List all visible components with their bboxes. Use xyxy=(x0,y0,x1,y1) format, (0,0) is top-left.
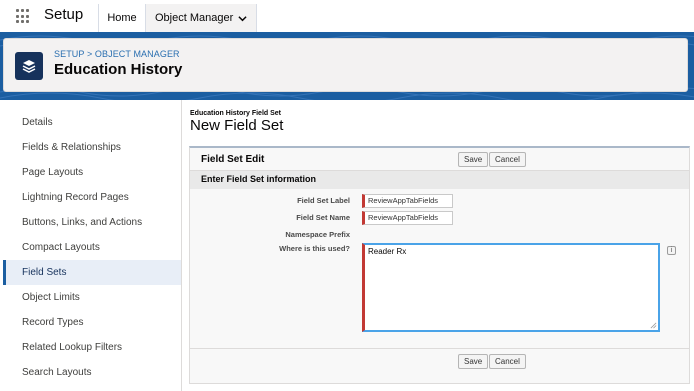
page-overline: Education History Field Set xyxy=(190,110,282,117)
sidebar-item-page-layouts[interactable]: Page Layouts xyxy=(3,160,181,185)
info-icon[interactable]: i xyxy=(667,246,676,255)
section-header: Enter Field Set information xyxy=(190,170,689,189)
object-manager-sidebar: Details Fields & Relationships Page Layo… xyxy=(3,100,182,391)
where-used-textarea[interactable]: Reader Rx xyxy=(362,243,660,332)
field-set-name-label: Field Set Name xyxy=(296,213,350,222)
cancel-button-bottom[interactable]: Cancel xyxy=(489,354,526,369)
tab-object-manager-label: Object Manager xyxy=(155,12,234,24)
object-header: SETUP > OBJECT MANAGER Education History xyxy=(3,38,688,92)
chevron-down-icon[interactable] xyxy=(238,14,247,23)
field-set-edit-block: Field Set Edit Save Cancel Enter Field S… xyxy=(189,146,690,384)
section-title: Enter Field Set information xyxy=(201,174,317,184)
where-used-value: Reader Rx xyxy=(368,247,407,256)
sidebar-item-lightning-record-pages[interactable]: Lightning Record Pages xyxy=(3,185,181,210)
field-set-label-input[interactable]: ReviewAppTabFields xyxy=(362,194,453,208)
block-title: Field Set Edit xyxy=(201,154,265,165)
sidebar-item-field-sets[interactable]: Field Sets xyxy=(3,260,181,285)
sidebar-item-search-layouts[interactable]: Search Layouts xyxy=(3,360,181,385)
global-header: Setup Home Object Manager xyxy=(0,0,694,33)
sidebar-item-record-types[interactable]: Record Types xyxy=(3,310,181,335)
breadcrumb[interactable]: SETUP > OBJECT MANAGER xyxy=(54,49,180,59)
sidebar-item-buttons-links-actions[interactable]: Buttons, Links, and Actions xyxy=(3,210,181,235)
sidebar-item-related-lookup-filters[interactable]: Related Lookup Filters xyxy=(3,335,181,360)
tab-home[interactable]: Home xyxy=(98,4,145,32)
sidebar-item-details[interactable]: Details xyxy=(3,110,181,135)
save-button-top[interactable]: Save xyxy=(458,152,489,167)
app-launcher-icon[interactable] xyxy=(16,9,31,24)
field-set-name-input[interactable]: ReviewAppTabFields xyxy=(362,211,453,225)
namespace-prefix-label: Namespace Prefix xyxy=(285,230,350,239)
field-set-label-label: Field Set Label xyxy=(297,196,350,205)
sidebar-item-compact-layouts[interactable]: Compact Layouts xyxy=(3,235,181,260)
tab-object-manager[interactable]: Object Manager xyxy=(145,4,257,32)
layers-icon xyxy=(15,52,43,80)
form-title: New Field Set xyxy=(190,117,284,134)
bottom-button-bar: Save Cancel xyxy=(190,348,689,385)
app-name: Setup xyxy=(44,6,84,23)
page-title: Education History xyxy=(54,61,183,78)
where-used-label: Where is this used? xyxy=(279,244,350,253)
sidebar-item-fields-relationships[interactable]: Fields & Relationships xyxy=(3,135,181,160)
main-content: Education History Field Set New Field Se… xyxy=(182,100,694,391)
resize-grip-icon[interactable] xyxy=(650,322,657,329)
save-button-bottom[interactable]: Save xyxy=(458,354,489,369)
sidebar-item-object-limits[interactable]: Object Limits xyxy=(3,285,181,310)
cancel-button-top[interactable]: Cancel xyxy=(489,152,526,167)
